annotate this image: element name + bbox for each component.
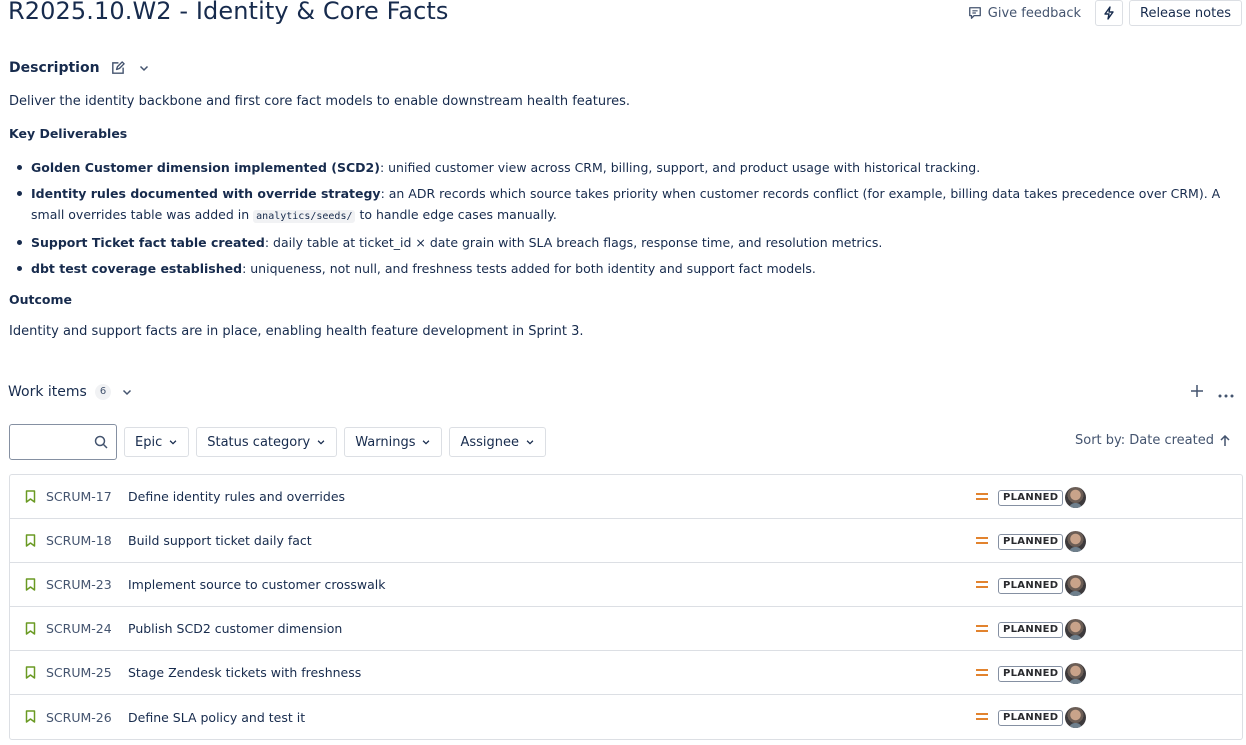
issue-summary[interactable]: Build support ticket daily fact bbox=[128, 533, 312, 548]
status-badge[interactable]: PLANNED bbox=[998, 490, 1064, 506]
bullet-text-after: to handle edge cases manually. bbox=[355, 207, 557, 222]
lightning-icon bbox=[1104, 6, 1114, 20]
filter-bar: Epic Status category Warnings Assignee bbox=[9, 424, 547, 460]
filter-status-category-button[interactable]: Status category bbox=[196, 427, 338, 457]
chevron-down-icon bbox=[526, 440, 534, 445]
filter-warnings-button[interactable]: Warnings bbox=[344, 427, 443, 457]
automation-button[interactable] bbox=[1095, 0, 1123, 26]
page-title: R2025.10.W2 - Identity & Core Facts bbox=[8, 0, 449, 25]
work-items-header: Work items 6 bbox=[8, 382, 135, 402]
list-item: Identity rules documented with override … bbox=[9, 183, 1239, 227]
feedback-icon bbox=[968, 7, 981, 19]
story-bookmark-icon bbox=[25, 490, 36, 503]
priority-medium-icon bbox=[976, 493, 988, 500]
priority-medium-icon bbox=[976, 713, 988, 720]
priority-medium-icon bbox=[976, 537, 988, 544]
table-row[interactable]: SCRUM-26 Define SLA policy and test it P… bbox=[10, 695, 1242, 739]
assignee-avatar[interactable] bbox=[1065, 707, 1086, 728]
issue-key[interactable]: SCRUM-26 bbox=[46, 710, 112, 725]
chevron-down-icon bbox=[169, 440, 177, 445]
table-row[interactable]: SCRUM-23 Implement source to customer cr… bbox=[10, 563, 1242, 607]
bullet-text: : daily table at ticket_id × date grain … bbox=[264, 235, 883, 250]
bullet-text: : unified customer view across CRM, bill… bbox=[379, 160, 981, 175]
search-input[interactable] bbox=[16, 426, 96, 458]
chevron-down-icon[interactable] bbox=[136, 60, 152, 76]
list-item: dbt test coverage established: uniquenes… bbox=[9, 258, 1239, 279]
issue-summary[interactable]: Define SLA policy and test it bbox=[128, 710, 305, 725]
inline-code: analytics/seeds/ bbox=[253, 210, 356, 223]
issue-key[interactable]: SCRUM-23 bbox=[46, 577, 112, 592]
top-actions: Give feedback Release notes bbox=[960, 0, 1242, 26]
edit-icon[interactable] bbox=[110, 60, 126, 76]
table-row[interactable]: SCRUM-17 Define identity rules and overr… bbox=[10, 475, 1242, 519]
story-bookmark-icon bbox=[25, 622, 36, 635]
status-badge[interactable]: PLANNED bbox=[998, 622, 1064, 638]
list-item: Support Ticket fact table created: daily… bbox=[9, 232, 1239, 253]
status-badge[interactable]: PLANNED bbox=[998, 666, 1064, 682]
work-items-actions bbox=[1190, 382, 1234, 402]
story-bookmark-icon bbox=[25, 710, 36, 723]
bullet-bold: Golden Customer dimension implemented (S… bbox=[31, 160, 380, 175]
status-badge[interactable]: PLANNED bbox=[998, 578, 1064, 594]
assignee-avatar[interactable] bbox=[1065, 575, 1086, 596]
key-deliverables-heading: Key Deliverables bbox=[9, 126, 128, 141]
arrow-up-icon bbox=[1220, 434, 1230, 446]
chevron-down-icon bbox=[317, 440, 325, 445]
bullet-bold: Identity rules documented with override … bbox=[31, 186, 381, 201]
story-bookmark-icon bbox=[25, 666, 36, 679]
issue-summary[interactable]: Publish SCD2 customer dimension bbox=[128, 621, 342, 636]
issue-summary[interactable]: Implement source to customer crosswalk bbox=[128, 577, 385, 592]
give-feedback-button[interactable]: Give feedback bbox=[960, 0, 1089, 26]
chevron-down-icon bbox=[423, 440, 430, 445]
work-items-title: Work items bbox=[8, 384, 87, 400]
filter-label: Status category bbox=[207, 434, 311, 450]
outcome-text: Identity and support facts are in place,… bbox=[9, 324, 584, 339]
issue-key[interactable]: SCRUM-18 bbox=[46, 533, 112, 548]
release-notes-button[interactable]: Release notes bbox=[1129, 0, 1242, 26]
assignee-avatar[interactable] bbox=[1065, 619, 1086, 640]
assignee-avatar[interactable] bbox=[1065, 663, 1086, 684]
table-row[interactable]: SCRUM-18 Build support ticket daily fact… bbox=[10, 519, 1242, 563]
priority-medium-icon bbox=[976, 625, 988, 632]
status-badge[interactable]: PLANNED bbox=[998, 534, 1064, 550]
sort-button[interactable]: Sort by: Date created bbox=[1075, 433, 1230, 448]
priority-medium-icon bbox=[976, 669, 988, 676]
status-badge[interactable]: PLANNED bbox=[998, 710, 1064, 726]
filter-label: Warnings bbox=[355, 434, 416, 450]
add-icon[interactable] bbox=[1190, 383, 1204, 402]
more-icon[interactable] bbox=[1218, 383, 1234, 402]
sort-label: Sort by: Date created bbox=[1074, 433, 1214, 448]
give-feedback-label: Give feedback bbox=[987, 5, 1081, 21]
chevron-down-icon[interactable] bbox=[119, 384, 135, 400]
work-items-count-badge: 6 bbox=[94, 384, 112, 400]
description-intro: Deliver the identity backbone and first … bbox=[9, 94, 631, 109]
bullet-text: : uniqueness, not null, and freshness te… bbox=[242, 261, 816, 276]
table-row[interactable]: SCRUM-25 Stage Zendesk tickets with fres… bbox=[10, 651, 1242, 695]
filter-label: Epic bbox=[135, 434, 163, 450]
issue-summary[interactable]: Define identity rules and overrides bbox=[128, 489, 345, 504]
filter-assignee-button[interactable]: Assignee bbox=[449, 427, 547, 457]
list-item: Golden Customer dimension implemented (S… bbox=[9, 157, 1239, 178]
search-field[interactable] bbox=[9, 424, 117, 460]
outcome-heading: Outcome bbox=[9, 292, 73, 307]
bullet-bold: dbt test coverage established bbox=[31, 261, 243, 276]
filter-label: Assignee bbox=[460, 434, 520, 450]
issue-key[interactable]: SCRUM-24 bbox=[46, 621, 112, 636]
description-header: Description bbox=[9, 58, 152, 78]
assignee-avatar[interactable] bbox=[1065, 487, 1086, 508]
deliverables-list: Golden Customer dimension implemented (S… bbox=[9, 157, 1239, 284]
priority-medium-icon bbox=[976, 581, 988, 588]
work-items-table: SCRUM-17 Define identity rules and overr… bbox=[9, 474, 1243, 740]
search-icon bbox=[94, 435, 108, 449]
issue-key[interactable]: SCRUM-17 bbox=[46, 489, 112, 504]
assignee-avatar[interactable] bbox=[1065, 531, 1086, 552]
issue-key[interactable]: SCRUM-25 bbox=[46, 665, 112, 680]
table-row[interactable]: SCRUM-24 Publish SCD2 customer dimension… bbox=[10, 607, 1242, 651]
description-label: Description bbox=[9, 60, 100, 76]
filter-epic-button[interactable]: Epic bbox=[124, 427, 190, 457]
bullet-bold: Support Ticket fact table created bbox=[31, 235, 265, 250]
story-bookmark-icon bbox=[25, 578, 36, 591]
issue-summary[interactable]: Stage Zendesk tickets with freshness bbox=[128, 665, 361, 680]
story-bookmark-icon bbox=[25, 534, 36, 547]
